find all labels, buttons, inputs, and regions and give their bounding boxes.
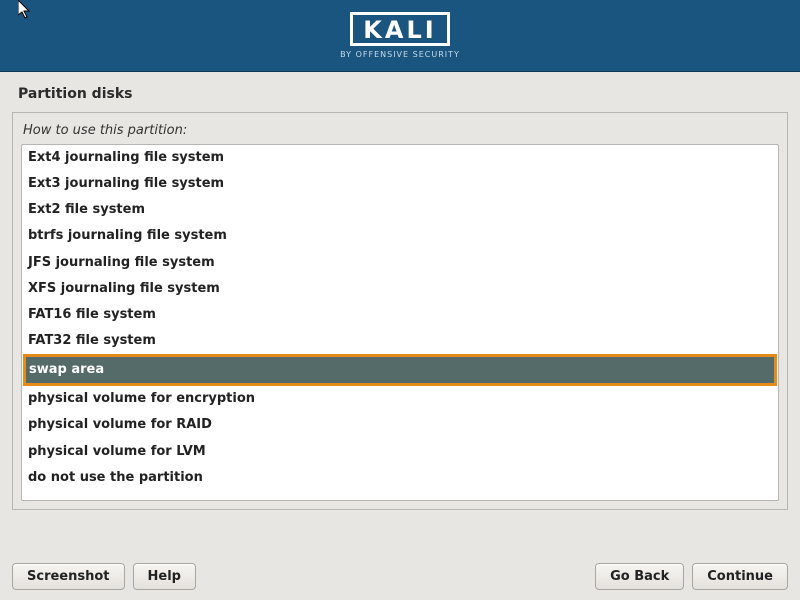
list-item[interactable]: do not use the partition [22, 465, 778, 491]
button-bar: Screenshot Help Go Back Continue [12, 563, 788, 590]
list-item[interactable]: physical volume for LVM [22, 439, 778, 465]
list-item[interactable]: physical volume for encryption [22, 386, 778, 412]
main-panel: How to use this partition: Ext4 journali… [12, 112, 788, 510]
logo-text: KALI [350, 12, 449, 46]
list-item[interactable]: Ext2 file system [22, 197, 778, 223]
list-item[interactable]: btrfs journaling file system [22, 223, 778, 249]
prompt-label: How to use this partition: [21, 121, 779, 144]
help-button[interactable]: Help [133, 563, 196, 590]
list-item[interactable]: XFS journaling file system [22, 276, 778, 302]
list-item[interactable]: JFS journaling file system [22, 250, 778, 276]
list-item[interactable]: FAT32 file system [22, 328, 778, 354]
partition-use-listbox[interactable]: Ext4 journaling file systemExt3 journali… [21, 144, 779, 501]
list-item-selected[interactable]: swap area [22, 354, 778, 386]
continue-button[interactable]: Continue [692, 563, 788, 590]
screenshot-button[interactable]: Screenshot [12, 563, 125, 590]
logo-tagline: BY OFFENSIVE SECURITY [340, 50, 460, 59]
go-back-button[interactable]: Go Back [595, 563, 684, 590]
list-item[interactable]: Ext3 journaling file system [22, 171, 778, 197]
list-item[interactable]: physical volume for RAID [22, 412, 778, 438]
kali-logo: KALI BY OFFENSIVE SECURITY [340, 12, 460, 59]
list-item[interactable]: Ext4 journaling file system [22, 145, 778, 171]
page-title: Partition disks [0, 72, 800, 112]
list-item-label: swap area [26, 357, 774, 383]
list-item[interactable]: FAT16 file system [22, 302, 778, 328]
header-banner: KALI BY OFFENSIVE SECURITY [0, 0, 800, 72]
